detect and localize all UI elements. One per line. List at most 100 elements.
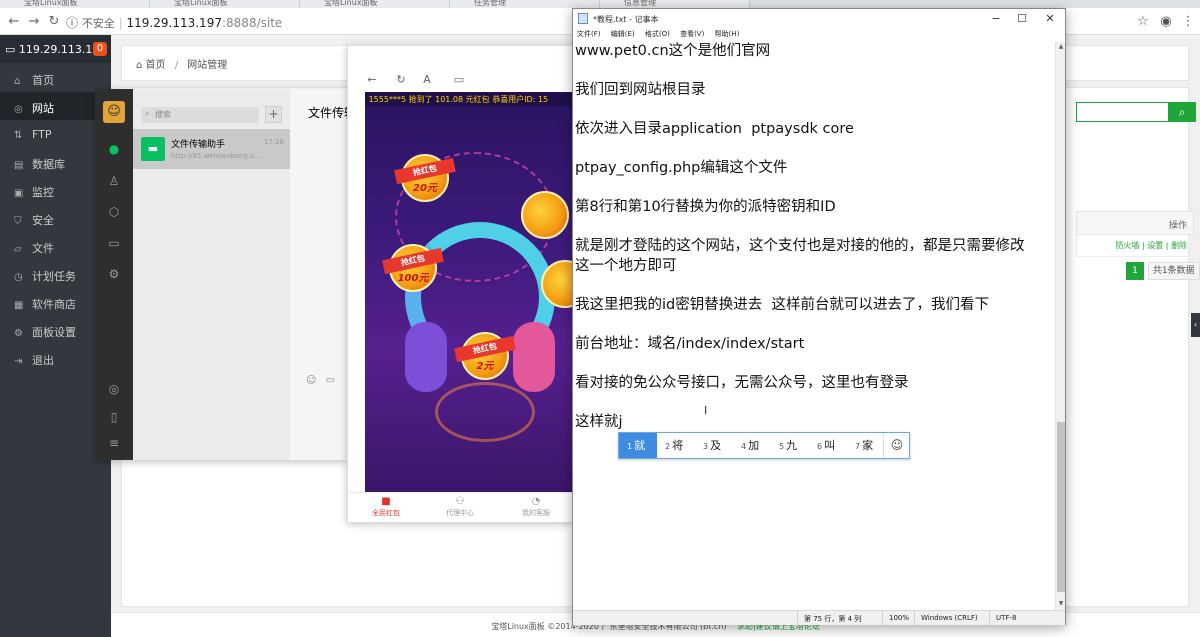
scroll-thumb[interactable] (1057, 422, 1065, 592)
logout-icon: ⇥ (14, 356, 23, 367)
window-title: *教程.txt - 记事本 (593, 15, 659, 24)
ime-candidate[interactable]: 5九 (771, 433, 809, 458)
row-actions[interactable]: 防火墙 | 设置 | 删除 (1115, 241, 1187, 250)
ime-candidate[interactable]: 3及 (695, 433, 733, 458)
reload-icon[interactable]: ↻ (394, 73, 408, 86)
wechat-nav-rail: ☺ ● ♙ ⬡ ▭ ⚙ ◎ ▯ ≡ (95, 89, 133, 460)
chat-icon[interactable]: ● (106, 141, 122, 157)
avatar[interactable]: ☺ (103, 101, 125, 123)
font-size-icon[interactable]: A (420, 73, 434, 86)
menu-help[interactable]: 帮助(H) (715, 30, 740, 38)
text-line: 我这里把我的id密钥替换进去 这样前台就可以进去了，我们看下 (575, 296, 989, 313)
folder-icon[interactable]: ▭ (106, 235, 122, 251)
forward-icon[interactable]: → (26, 14, 42, 30)
sidebar-item-label: 文件 (32, 242, 54, 255)
search-input[interactable]: ⌕ 搜索 (141, 107, 259, 123)
table-header-action: 操作 (1076, 211, 1194, 235)
ime-candidate[interactable]: 4加 (733, 433, 771, 458)
breadcrumb: ⌂ 首页 / 网站管理 (136, 56, 227, 71)
text-line (575, 101, 1053, 121)
browser-tab[interactable]: 宝塔Linux面板 (300, 0, 450, 8)
text-line (575, 354, 1053, 374)
menu-view[interactable]: 查看(V) (680, 30, 704, 38)
browser-tab[interactable]: 宝塔Linux面板 (150, 0, 300, 8)
browser-tab[interactable]: 宝塔Linux面板 (0, 0, 150, 8)
notepad-menubar: 文件(F) 编辑(E) 格式(O) 查看(V) 帮助(H) (573, 29, 1065, 42)
red-packet-side[interactable] (515, 187, 575, 243)
tab-customer-service[interactable]: ◔ 我的客服 (506, 496, 566, 518)
url-field[interactable]: ⓘ 不安全 | 119.29.113.197:8888/site (66, 14, 282, 31)
wechat-window: ☺ ● ♙ ⬡ ▭ ⚙ ◎ ▯ ≡ ⌕ 搜索 + ▬ 文件传输助手 17:28 … (95, 89, 356, 460)
sidebar-item-label: 数据库 (32, 158, 65, 171)
menu-icon[interactable]: ≡ (106, 435, 122, 451)
scroll-down-icon[interactable]: ▼ (1056, 599, 1066, 609)
browser-tab[interactable]: 信息管理 (600, 0, 750, 8)
red-packet-side[interactable] (535, 256, 575, 312)
account-icon[interactable]: ◉ (1158, 14, 1174, 30)
back-icon[interactable]: ← (6, 14, 22, 30)
sidebar-item-label: 网站 (32, 102, 54, 115)
sidebar-item-label: 面板设置 (32, 326, 76, 339)
maximize-button[interactable]: ☐ (1009, 9, 1035, 29)
contacts-icon[interactable]: ♙ (106, 173, 122, 189)
red-packet-100[interactable]: 抢红包 100元 (382, 240, 444, 296)
ime-candidate[interactable]: 2将 (657, 433, 695, 458)
red-packet-20[interactable]: 抢红包 20元 (394, 150, 456, 206)
sidebar-item-label: 计划任务 (32, 270, 76, 283)
tab-red-packet[interactable]: ■ 全民红包 (356, 496, 416, 518)
back-icon[interactable]: ← (365, 73, 379, 86)
box-icon[interactable]: ⬡ (106, 204, 122, 220)
network-icon: ⚇ (455, 496, 465, 507)
gear-icon: ⚙ (14, 328, 23, 339)
window-icon[interactable]: ▭ (452, 73, 466, 86)
menu-format[interactable]: 格式(O) (645, 30, 670, 38)
moments-icon[interactable]: ◎ (106, 381, 122, 397)
red-packet-2[interactable]: 抢红包 2元 (454, 328, 516, 384)
emoji-icon[interactable]: ☺ (306, 375, 316, 386)
add-button[interactable]: + (265, 106, 282, 123)
star-icon[interactable]: ☆ (1135, 14, 1151, 30)
text-line: 这样就j (575, 413, 623, 430)
ime-candidate[interactable]: 7家 (847, 433, 883, 458)
search-button[interactable]: ⌕ (1168, 102, 1196, 122)
ime-candidate-bar: 1就 2将 3及 4加 5九 6叫 7家 ☺ (618, 432, 910, 459)
scroll-up-icon[interactable]: ▲ (1056, 42, 1066, 52)
ime-candidate[interactable]: 1就 (619, 433, 657, 458)
tab-agent-center[interactable]: ⚇ 代理中心 (430, 496, 490, 518)
text-line: 依次进入目录application ptpaysdk core (575, 121, 854, 137)
server-info: ▭ 119.29.113.197 0 (0, 35, 111, 63)
notepad-text-area[interactable]: www.pet0.cn这个是他们官网 我们回到网站根目录 依次进入目录appli… (575, 42, 1053, 604)
red-packet-amount: 2元 (476, 361, 494, 372)
menu-edit[interactable]: 编辑(E) (611, 30, 635, 38)
notification-badge[interactable]: 0 (93, 42, 107, 56)
emoji-icon[interactable]: ☺ (883, 433, 910, 458)
reload-icon[interactable]: ↻ (46, 14, 62, 30)
vertical-scrollbar[interactable]: ▲ ▼ (1055, 42, 1065, 610)
ime-candidate[interactable]: 6叫 (809, 433, 847, 458)
side-collapse-tab[interactable]: ‹ (1191, 313, 1200, 337)
sidebar-item-home[interactable]: ⌂ 首页 (0, 64, 111, 92)
menu-dots-icon[interactable]: ⋮ (1180, 14, 1196, 30)
search-icon: ⌕ (1178, 105, 1186, 119)
notepad-window: *教程.txt - 记事本 − ☐ ✕ 文件(F) 编辑(E) 格式(O) 查看… (572, 8, 1066, 626)
folder-icon[interactable]: ▭ (326, 375, 335, 386)
text-line: 第8行和第10行替换为你的派特密钥和ID (575, 199, 836, 215)
menu-file[interactable]: 文件(F) (577, 30, 601, 38)
sidebar-item-label: 退出 (32, 354, 54, 367)
globe-icon: ◎ (14, 104, 23, 115)
chat-input-toolbar: ☺ ▭ (306, 375, 335, 386)
breadcrumb-home[interactable]: 首页 (146, 60, 166, 71)
close-button[interactable]: ✕ (1037, 9, 1063, 29)
list-item[interactable]: ▬ 文件传输助手 17:28 http://85.weixiaobang.c..… (133, 129, 290, 169)
gear-icon[interactable]: ⚙ (106, 266, 122, 282)
browser-tab[interactable]: 任务管理 (450, 0, 600, 8)
url-port: :8888 (221, 16, 257, 30)
status-zoom: 100% (889, 614, 910, 622)
minimize-button[interactable]: − (983, 9, 1009, 29)
page-number[interactable]: 1 (1126, 262, 1144, 280)
text-line: 就是刚才登陆的这个网站，这个支付也是对接的他的，都是只需要修改 (575, 238, 1025, 254)
wechat-chat-list: ⌕ 搜索 + ▬ 文件传输助手 17:28 http://85.weixiaob… (133, 89, 290, 460)
breadcrumb-current: 网站管理 (187, 60, 228, 71)
phone-icon[interactable]: ▯ (106, 409, 122, 425)
chat-preview: http://85.weixiaobang.c... (171, 152, 261, 160)
